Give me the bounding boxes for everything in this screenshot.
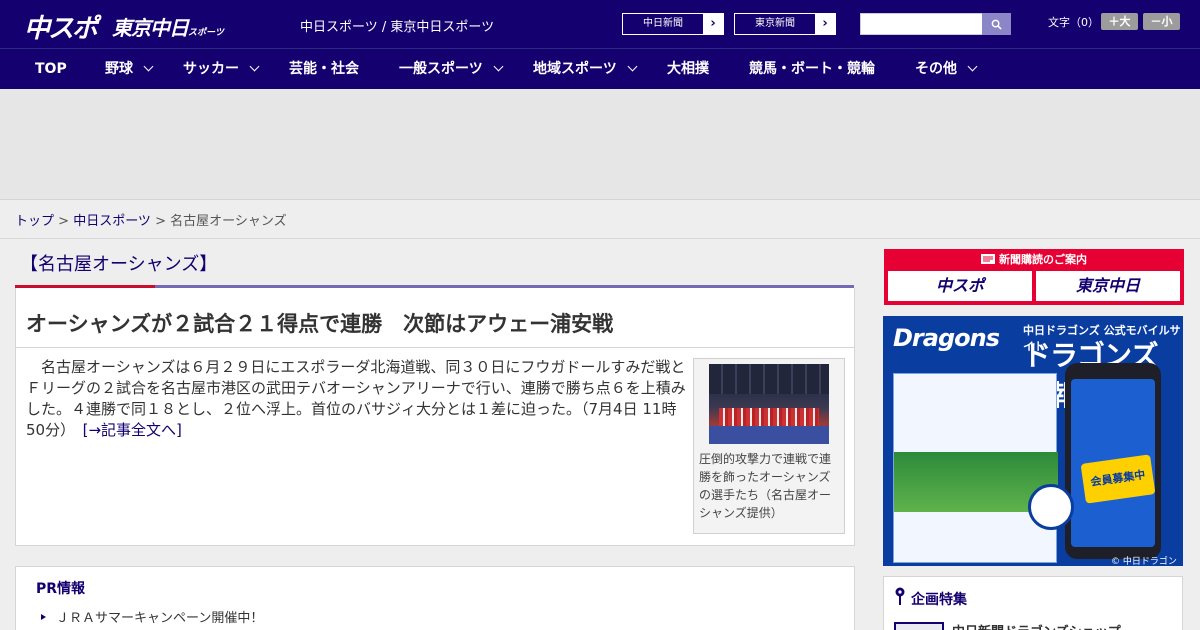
photo-caption: 圧倒的攻撃力で連戦で連勝を飾ったオーシャンズの選手たち（名古屋オーシャンズ提供） (699, 452, 832, 520)
pin-icon (895, 587, 905, 605)
special-thumb[interactable] (894, 622, 944, 630)
article-box: オーシャンズが２試合２１得点で連勝 次節はアウェー浦安戦 名古屋オーシャンズは６… (15, 288, 855, 546)
nav-label: 大相撲 (667, 61, 709, 77)
nav-soccer[interactable]: サッカー (183, 49, 260, 90)
subscription-head-text: 新聞購読のご案内 (999, 253, 1087, 266)
chevron-down-icon (493, 61, 504, 72)
main-nav: TOP 野球 サッカー 芸能・社会 一般スポーツ 地域スポーツ 大相撲 競馬・ボ… (0, 48, 1200, 89)
special-feature-title: 企画特集 (911, 592, 967, 608)
full-article-link[interactable]: [→記事全文へ] (83, 421, 182, 439)
nav-label: 一般スポーツ (399, 61, 483, 77)
search-input[interactable] (860, 13, 984, 35)
chevron-right-icon: › (703, 14, 723, 34)
subscription-head: 新聞購読のご案内 (884, 251, 1184, 267)
chunichi-shimbun-label: 中日新聞 (643, 18, 683, 29)
breadcrumb-sep: > (150, 214, 171, 229)
tokyo-shimbun-link[interactable]: 東京新聞 › (734, 13, 836, 35)
subscribe-chuspo[interactable]: 中スポ (888, 271, 1032, 301)
nav-label: サッカー (183, 61, 239, 77)
nav-label: その他 (915, 61, 957, 77)
subscribe-tokyo[interactable]: 東京中日 (1036, 271, 1180, 301)
dragons-mobile-banner[interactable]: Dragons 中日ドラゴンズ 公式モバイルサイト ドラゴンズ情報 会員募集中 … (883, 316, 1183, 566)
dragons-logo: Dragons (893, 324, 1000, 352)
chevron-down-icon (967, 61, 978, 72)
pr-title: PR情報 (36, 581, 86, 597)
dragons-badge: 会員募集中 (1080, 454, 1156, 504)
article-body: 名古屋オーシャンズは６月２９日にエスポラーダ北海道戦、同３０日にフウガドールすみ… (26, 357, 686, 441)
section-title: 【名古屋オーシャンズ】 (20, 254, 218, 275)
nav-entertainment[interactable]: 芸能・社会 (289, 49, 359, 90)
nav-top[interactable]: TOP (35, 49, 67, 90)
nav-label: 野球 (105, 61, 133, 77)
font-smaller-button[interactable]: －小 (1143, 13, 1180, 30)
ad-area (0, 89, 1200, 200)
subscription-banner[interactable]: 新聞購読のご案内 中スポ 東京中日 (884, 249, 1184, 305)
top-header: 中スポ 東京中日スポーツ 中日スポーツ / 東京中日スポーツ 中日新聞 › 東京… (0, 0, 1200, 48)
triangle-right-icon (41, 614, 46, 620)
nav-label: 地域スポーツ (533, 61, 617, 77)
photo-court (709, 426, 829, 444)
mascot-icon (1028, 484, 1074, 530)
headline-divider (16, 347, 854, 348)
chunichi-shimbun-link[interactable]: 中日新聞 › (622, 13, 724, 35)
nav-local-sports[interactable]: 地域スポーツ (533, 49, 638, 90)
nav-label: TOP (35, 61, 67, 77)
photo-box: 圧倒的攻撃力で連戦で連勝を飾ったオーシャンズの選手たち（名古屋オーシャンズ提供） (693, 358, 845, 534)
chevron-down-icon (627, 61, 638, 72)
site-name: 中日スポーツ / 東京中日スポーツ (300, 20, 495, 35)
tokyo-chunichi-logo[interactable]: 東京中日スポーツ (112, 12, 224, 41)
chevron-down-icon (249, 61, 260, 72)
nav-label: 芸能・社会 (289, 61, 359, 77)
chuspo-logo[interactable]: 中スポ (24, 8, 98, 45)
search-button[interactable] (982, 13, 1011, 35)
tokyo-logo-text: 東京中日 (112, 16, 189, 40)
nav-sumo[interactable]: 大相撲 (667, 49, 709, 90)
special-feature-box: 企画特集 中日新聞ドラゴンズショップ (883, 576, 1183, 630)
dragons-screen-mock (893, 373, 1058, 563)
nav-other[interactable]: その他 (915, 49, 978, 90)
chevron-right-icon: › (815, 14, 835, 34)
chevron-down-icon (143, 61, 154, 72)
breadcrumb-current: 名古屋オーシャンズ (170, 214, 287, 229)
article-headline: オーシャンズが２試合２１得点で連勝 次節はアウェー浦安戦 (26, 312, 614, 336)
pr-box: PR情報 ＪＲＡサマーキャンペーン開催中！ (15, 566, 855, 630)
tokyo-shimbun-label: 東京新聞 (755, 18, 795, 29)
article-photo[interactable] (709, 364, 829, 444)
photo-players (719, 408, 819, 426)
nav-general-sports[interactable]: 一般スポーツ (399, 49, 504, 90)
nav-baseball[interactable]: 野球 (105, 49, 154, 90)
tokyo-logo-sub: スポーツ (188, 28, 224, 38)
phone-screen: 会員募集中 (1071, 379, 1156, 547)
nav-racing[interactable]: 競馬・ボート・競輪 (749, 49, 875, 90)
photo-ceiling (709, 364, 829, 394)
phone-mock: 会員募集中 (1065, 363, 1161, 559)
font-size-label: 文字（0） (1048, 16, 1099, 29)
special-feature-item[interactable]: 中日新聞ドラゴンズショップ (952, 621, 1121, 630)
breadcrumb-sep: > (54, 214, 74, 229)
dragons-copyright: © 中日ドラゴンズ (1111, 557, 1177, 566)
breadcrumb-section[interactable]: 中日スポーツ (73, 214, 151, 229)
breadcrumb-divider (0, 238, 1200, 239)
breadcrumb: トップ > 中日スポーツ > 名古屋オーシャンズ (15, 210, 287, 229)
font-larger-button[interactable]: ＋大 (1101, 13, 1138, 30)
breadcrumb-home[interactable]: トップ (15, 214, 54, 229)
pr-item[interactable]: ＪＲＡサマーキャンペーン開催中！ (56, 607, 263, 626)
newspaper-icon (981, 254, 995, 264)
nav-label: 競馬・ボート・競輪 (749, 61, 875, 77)
search-icon (991, 19, 1002, 30)
